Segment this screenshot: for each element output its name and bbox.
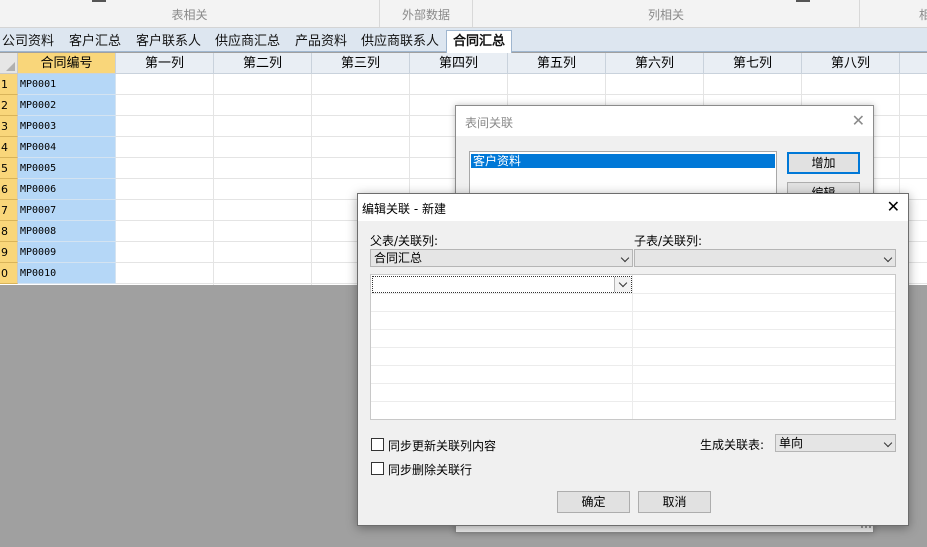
tab-customer-summary[interactable]: 客户汇总: [69, 31, 121, 52]
column-header-filler: [900, 53, 927, 74]
table-cell[interactable]: MP0001: [18, 74, 116, 95]
column-header-4[interactable]: 第四列: [410, 53, 508, 74]
grid-line: [213, 74, 214, 285]
relation-dialog-titlebar[interactable]: 表间关联 ✕: [456, 106, 873, 136]
ribbon-group-external: 外部数据: [380, 0, 473, 27]
ribbon-group-label: 表相关: [171, 8, 208, 22]
row-header[interactable]: 3: [0, 116, 18, 137]
table-cell[interactable]: MP0010: [18, 263, 116, 284]
grid-line: [371, 293, 895, 294]
column-header-8[interactable]: 第八列: [802, 53, 900, 74]
grid-line: [311, 74, 312, 285]
grid-line: [116, 94, 927, 95]
table-cell[interactable]: MP0002: [18, 95, 116, 116]
grid-line: [371, 329, 895, 330]
child-table-select[interactable]: [634, 249, 896, 267]
resize-grip[interactable]: [861, 526, 871, 530]
close-icon[interactable]: ✕: [852, 111, 865, 130]
ribbon-button-icon[interactable]: [796, 0, 810, 2]
edit-dialog-title: 编辑关联 - 新建: [362, 202, 446, 216]
row-header[interactable]: 6: [0, 179, 18, 200]
table-cell[interactable]: MP0008: [18, 221, 116, 242]
mapping-cell-select[interactable]: [372, 276, 632, 293]
grid-line: [371, 383, 895, 384]
ribbon-group-label: 相: [918, 8, 927, 22]
edit-relation-dialog: 编辑关联 - 新建 ✕ 父表/关联列: 合同汇总 子表/关联列: 同步更新关联列…: [357, 193, 909, 526]
row-header[interactable]: 2: [0, 95, 18, 116]
column-header-3[interactable]: 第三列: [312, 53, 410, 74]
ok-button[interactable]: 确定: [557, 491, 630, 513]
chevron-down-icon: [620, 253, 630, 263]
list-item[interactable]: 客户资料: [471, 154, 775, 168]
sync-delete-checkbox[interactable]: [371, 462, 384, 475]
parent-table-label: 父表/关联列:: [370, 234, 439, 248]
generate-table-select[interactable]: 单向: [775, 434, 896, 452]
chevron-down-icon: [883, 253, 893, 263]
add-button[interactable]: 增加: [787, 152, 860, 174]
ribbon-group-label: 列相关: [647, 8, 684, 22]
column-header-7[interactable]: 第七列: [704, 53, 802, 74]
chevron-down-icon: [883, 438, 893, 448]
ribbon-group-column: 列相关: [473, 0, 860, 27]
column-header-1[interactable]: 第一列: [116, 53, 214, 74]
row-header[interactable]: 4: [0, 137, 18, 158]
row-header[interactable]: 10: [0, 263, 18, 284]
sync-update-label: 同步更新关联列内容: [388, 439, 497, 453]
table-cell[interactable]: MP0006: [18, 179, 116, 200]
close-icon[interactable]: ✕: [887, 197, 900, 216]
row-header[interactable]: 9: [0, 242, 18, 263]
tab-supplier-contacts[interactable]: 供应商联系人: [361, 31, 439, 52]
tab-contract-summary[interactable]: 合同汇总: [446, 30, 513, 53]
column-header-5[interactable]: 第五列: [508, 53, 606, 74]
row-header[interactable]: 5: [0, 158, 18, 179]
sheet-tabs: 公司资料 客户汇总 客户联系人 供应商汇总 产品资料 供应商联系人 合同汇总: [0, 28, 927, 53]
tab-company-info[interactable]: 公司资料: [2, 31, 54, 52]
relation-dialog-title: 表间关联: [465, 116, 514, 130]
cancel-button[interactable]: 取消: [638, 491, 711, 513]
parent-table-select[interactable]: 合同汇总: [370, 249, 633, 267]
row-header[interactable]: 1: [0, 74, 18, 95]
ribbon-group-table: 表相关: [0, 0, 380, 27]
table-cell[interactable]: MP0005: [18, 158, 116, 179]
ribbon-button-icon[interactable]: [92, 0, 106, 2]
grid-line: [371, 311, 895, 312]
table-cell[interactable]: MP0009: [18, 242, 116, 263]
ribbon-group-misc: 相: [860, 0, 927, 27]
parent-table-value: 合同汇总: [374, 251, 423, 265]
select-all-corner[interactable]: [0, 53, 18, 74]
ribbon: 表相关 外部数据 列相关 相: [0, 0, 927, 28]
table-cell[interactable]: MP0003: [18, 116, 116, 137]
chevron-down-icon[interactable]: [614, 277, 631, 292]
edit-dialog-titlebar[interactable]: 编辑关联 - 新建 ✕: [358, 194, 908, 221]
column-header-6[interactable]: 第六列: [606, 53, 704, 74]
sync-delete-label: 同步删除关联行: [388, 463, 473, 477]
column-header-2[interactable]: 第二列: [214, 53, 312, 74]
ribbon-group-label: 外部数据: [401, 8, 450, 22]
sync-update-checkbox[interactable]: [371, 438, 384, 451]
column-header-contract-no[interactable]: 合同编号: [18, 53, 116, 74]
generate-table-label: 生成关联表:: [700, 438, 765, 452]
tab-product-info[interactable]: 产品资料: [295, 31, 347, 52]
tab-supplier-summary[interactable]: 供应商汇总: [215, 31, 280, 52]
table-cell[interactable]: MP0007: [18, 200, 116, 221]
child-table-label: 子表/关联列:: [634, 234, 703, 248]
row-header[interactable]: 7: [0, 200, 18, 221]
grid-line: [371, 347, 895, 348]
row-header[interactable]: 8: [0, 221, 18, 242]
tab-customer-contacts[interactable]: 客户联系人: [136, 31, 201, 52]
grid-line: [371, 401, 895, 402]
table-cell[interactable]: MP0004: [18, 137, 116, 158]
generate-table-value: 单向: [779, 436, 804, 450]
grid-line: [371, 365, 895, 366]
column-mapping-grid[interactable]: [370, 274, 896, 420]
